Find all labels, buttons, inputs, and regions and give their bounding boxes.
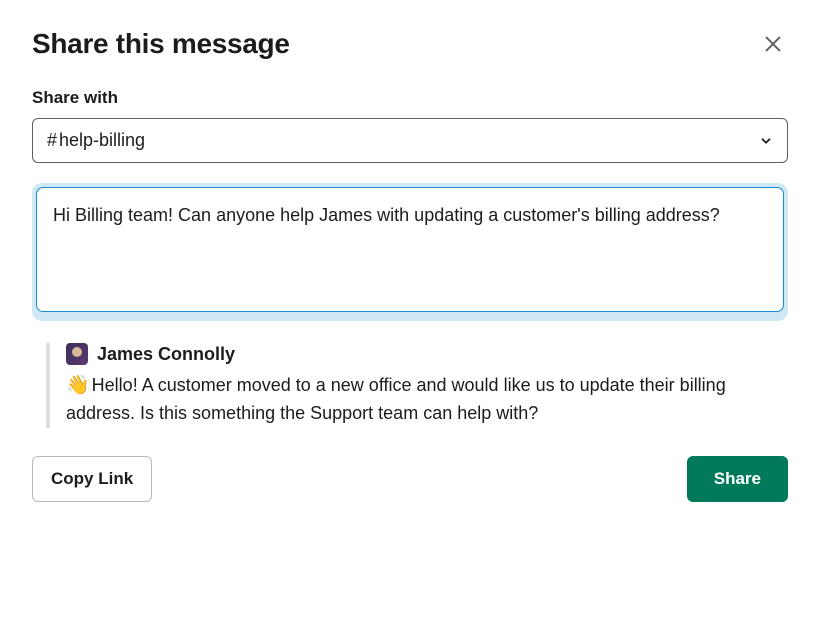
share-button[interactable]: Share [687, 456, 788, 502]
close-icon [762, 33, 784, 55]
quoted-message: James Connolly 👋Hello! A customer moved … [46, 343, 788, 428]
quoted-body-text: Hello! A customer moved to a new office … [66, 375, 726, 423]
share-with-label: Share with [32, 88, 788, 108]
copy-link-button[interactable]: Copy Link [32, 456, 152, 502]
avatar [66, 343, 88, 365]
quoted-author-name: James Connolly [97, 344, 235, 365]
channel-name-text: help-billing [59, 130, 145, 150]
modal-title: Share this message [32, 28, 290, 60]
channel-select[interactable]: #help-billing [32, 118, 788, 163]
wave-emoji-icon: 👋 [66, 371, 90, 400]
chevron-down-icon [759, 134, 773, 148]
quoted-message-body: 👋Hello! A customer moved to a new office… [66, 371, 788, 428]
close-button[interactable] [758, 29, 788, 59]
channel-hash-prefix: # [47, 130, 57, 151]
message-input-focus-ring [32, 183, 788, 321]
channel-selected-value: #help-billing [47, 130, 145, 151]
message-input[interactable] [36, 187, 784, 312]
